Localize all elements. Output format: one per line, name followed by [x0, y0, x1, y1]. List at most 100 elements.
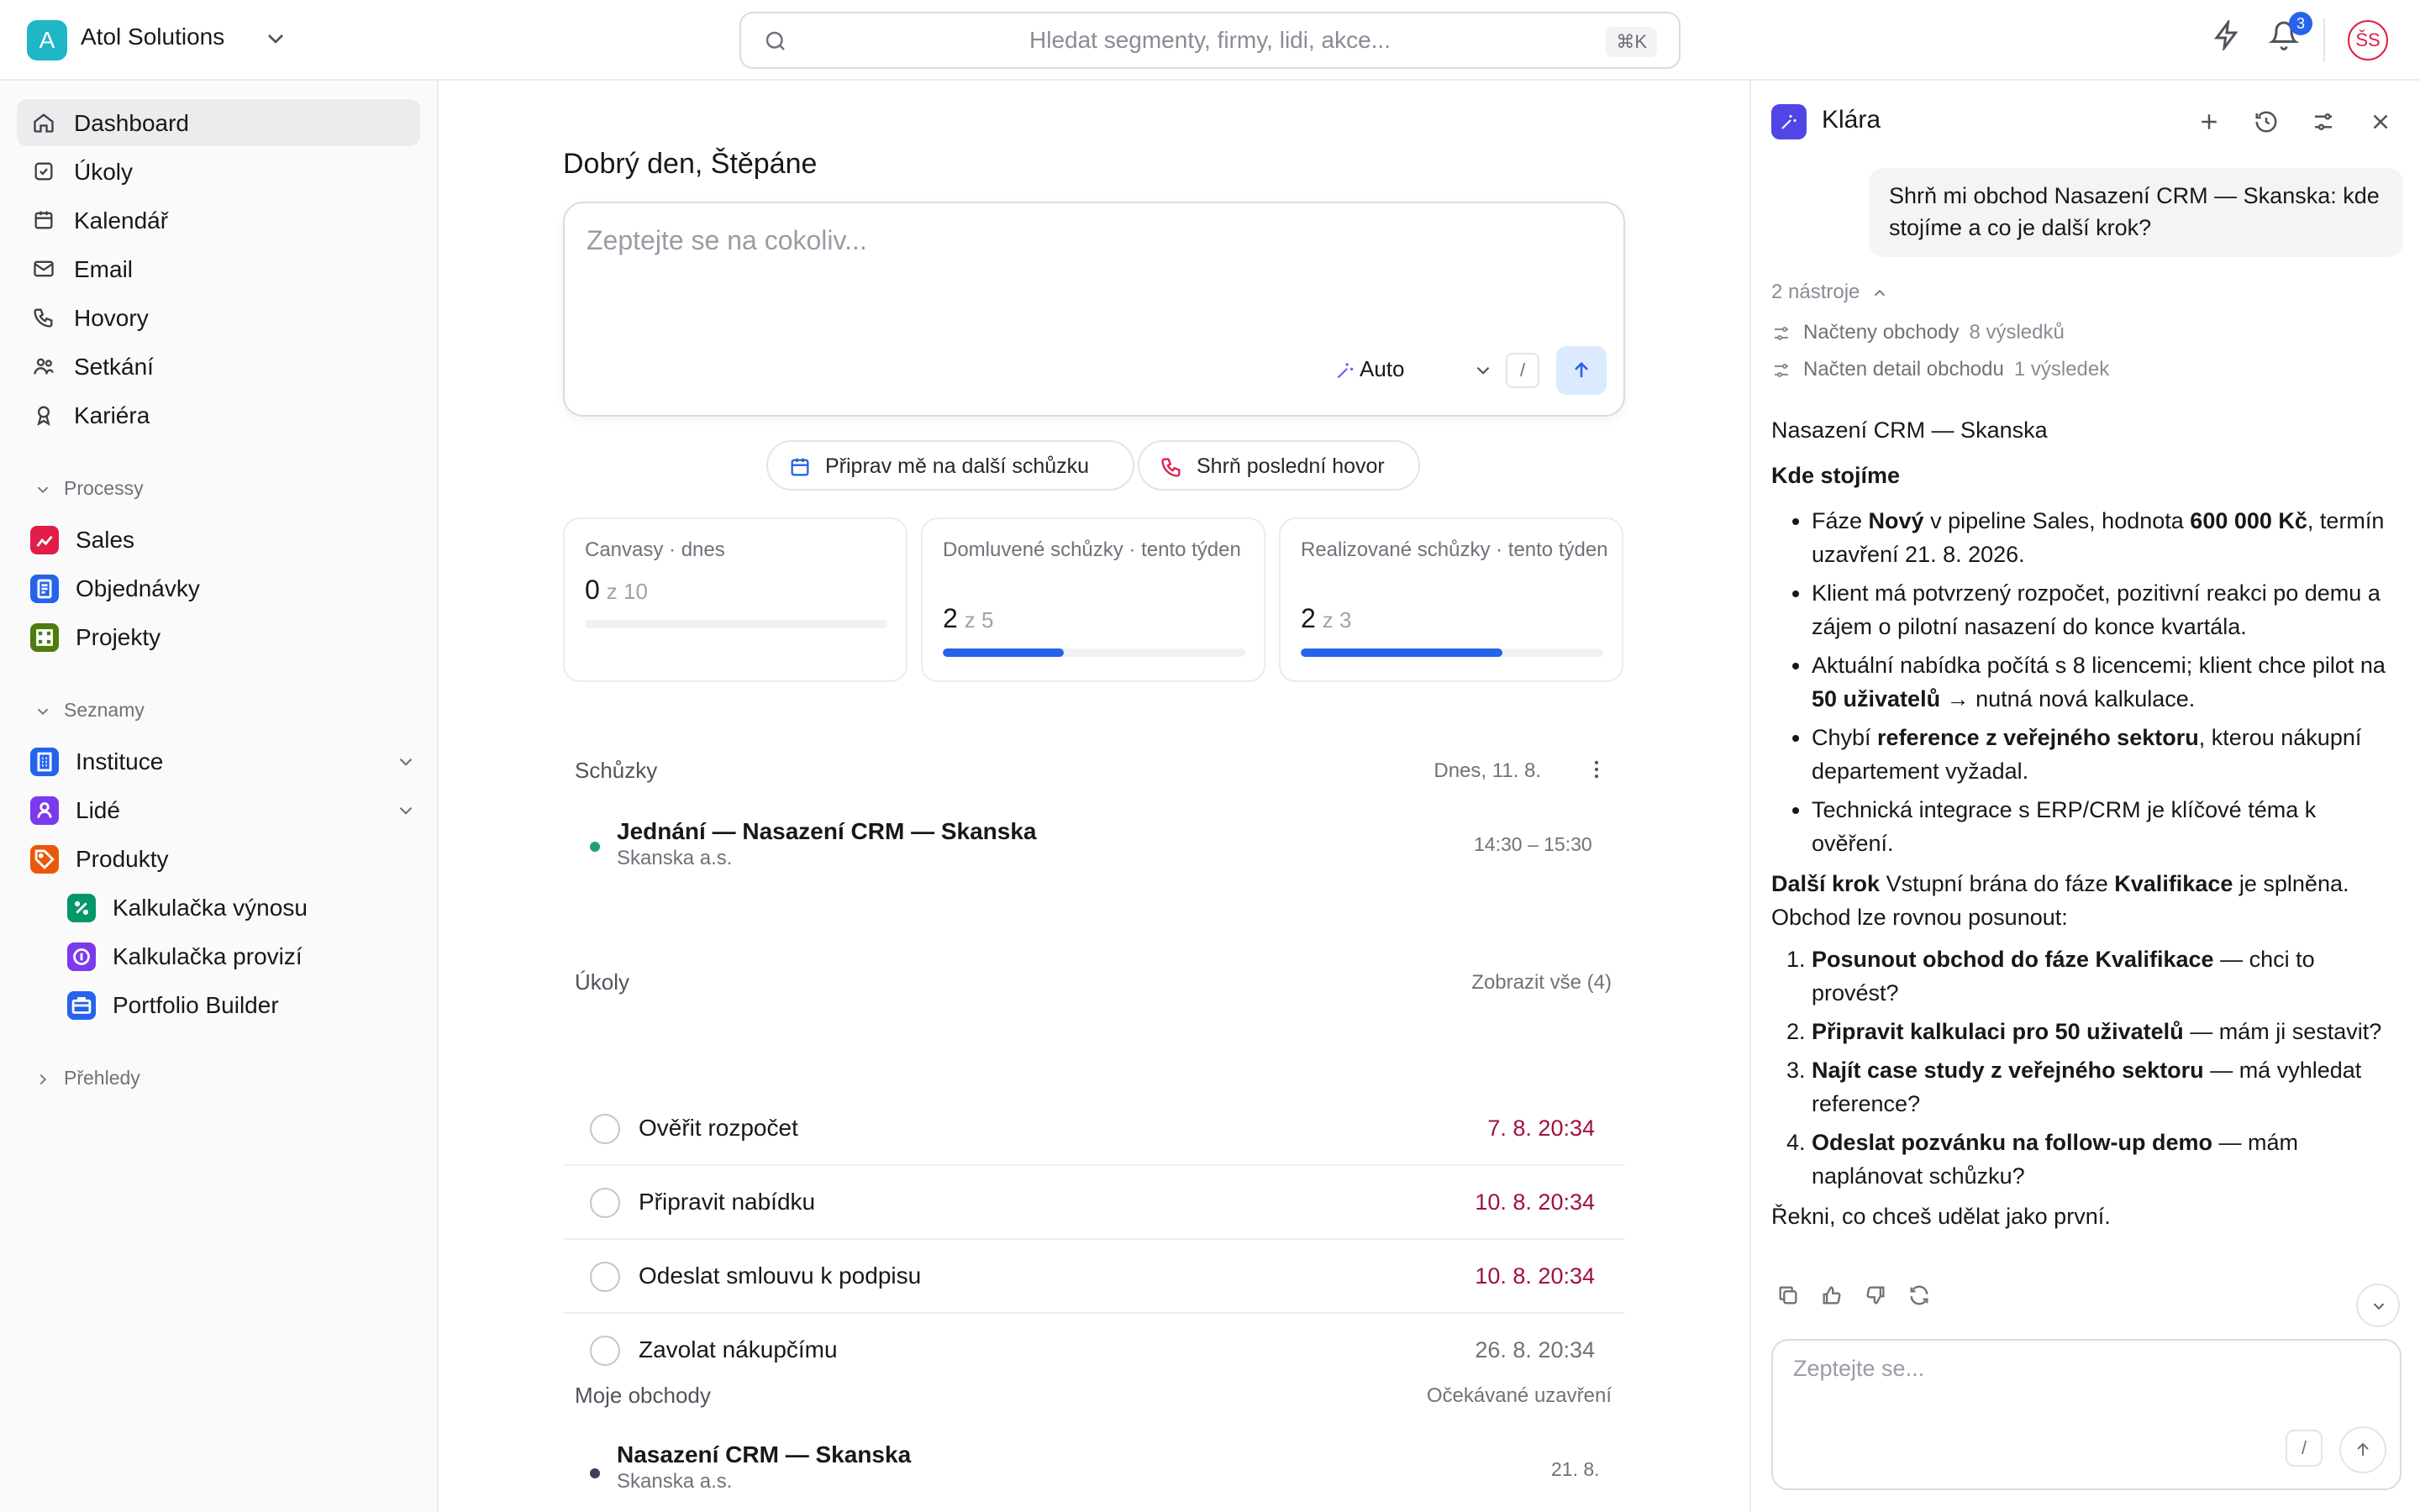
thumbs-down-icon[interactable] — [1864, 1284, 1887, 1307]
org-logo[interactable]: A — [27, 20, 67, 60]
more-vertical-icon[interactable] — [1585, 758, 1608, 781]
task-label: Odeslat smlouvu k podpisu — [639, 1263, 922, 1289]
briefcase-icon — [67, 991, 96, 1020]
sidebar-item-meetings[interactable]: Setkání — [17, 343, 420, 390]
ask-box[interactable]: Zeptejte se na cokoliv... Auto / — [563, 202, 1625, 417]
user-message: Shrň mi obchod Nasazení CRM — Skanska: k… — [1869, 168, 2403, 257]
refresh-icon[interactable] — [1907, 1284, 1931, 1307]
main-content: Dobrý den, Štěpáne Zeptejte se na cokoli… — [440, 81, 1748, 1512]
metric-value: 2z 5 — [943, 603, 994, 633]
show-all-tasks-link[interactable]: Zobrazit vše (4) — [1331, 971, 1612, 995]
scroll-down-button[interactable] — [2356, 1284, 2400, 1327]
task-row[interactable]: Ověřit rozpočet 7. 8. 20:34 — [563, 1092, 1625, 1166]
sidebar-item-label: Kariéra — [74, 402, 150, 428]
chevron-down-icon[interactable] — [395, 800, 417, 822]
sidebar-item-calendar[interactable]: Kalendář — [17, 197, 420, 244]
sidebar-item-career[interactable]: Kariéra — [17, 391, 420, 438]
percent-icon — [67, 894, 96, 922]
send-button[interactable] — [1556, 346, 1607, 395]
status-bullet: Chybí reference z veřejného sektoru, kte… — [1812, 721, 2402, 788]
mail-icon — [34, 260, 54, 277]
slash-command-button[interactable]: / — [1506, 353, 1539, 388]
section-title: Seznamy — [64, 699, 145, 721]
metric-progress-bar — [1301, 648, 1603, 657]
search-placeholder: Hledat segmenty, firmy, lidi, akce... — [1029, 27, 1391, 53]
product-item-yield-calculator[interactable]: Kalkulačka výnosu — [67, 884, 420, 931]
metric-card-completed-meetings: Realizované schůzky · tento týden 2z 3 — [1279, 517, 1623, 682]
divider — [2323, 18, 2325, 62]
task-checkbox[interactable] — [590, 1114, 620, 1144]
slash-command-button[interactable]: / — [2286, 1430, 2323, 1467]
global-search[interactable]: Hledat segmenty, firmy, lidi, akce... ⌘K — [739, 12, 1681, 69]
user-avatar[interactable]: ŠS — [2348, 20, 2388, 60]
chart-icon — [30, 526, 59, 554]
history-icon[interactable] — [2254, 109, 2279, 134]
metric-progress-bar — [585, 620, 887, 628]
assistant-input-placeholder: Zeptejte se... — [1793, 1356, 1925, 1381]
plus-icon[interactable] — [2196, 109, 2222, 134]
list-item-people[interactable]: Lidé — [30, 786, 417, 833]
metric-title: Domluvené schůzky · tento týden — [943, 538, 1241, 561]
coin-icon — [67, 942, 96, 971]
list-item-products[interactable]: Produkty — [30, 835, 417, 882]
settings-sliders-icon[interactable] — [2311, 109, 2336, 134]
document-icon — [30, 575, 59, 603]
calendar-icon — [791, 458, 809, 476]
sidebar-item-email[interactable]: Email — [17, 245, 420, 292]
tool-call-item: Načten detail obchodu 1 výsledek — [1771, 358, 2109, 381]
process-item-sales[interactable]: Sales — [30, 516, 417, 563]
deal-company: Skanska a.s. — [617, 1470, 733, 1493]
status-list: Fáze Nový v pipeline Sales, hodnota 600 … — [1812, 504, 2402, 860]
thumbs-up-icon[interactable] — [1820, 1284, 1844, 1307]
chevron-down-icon[interactable] — [262, 25, 289, 52]
sidebar-item-calls[interactable]: Hovory — [17, 294, 420, 341]
section-overviews[interactable]: Přehledy — [34, 1067, 140, 1089]
home-icon — [34, 113, 54, 133]
lightning-icon[interactable] — [2212, 20, 2242, 50]
product-item-commission-calculator[interactable]: Kalkulačka provizí — [67, 932, 420, 979]
chevron-down-icon[interactable] — [395, 751, 417, 773]
task-row[interactable]: Připravit nabídku 10. 8. 20:34 — [563, 1166, 1625, 1240]
next-step-list: Posunout obchod do fáze Kvalifikace — ch… — [1812, 942, 2402, 1193]
ask-placeholder: Zeptejte se na cokoliv... — [587, 225, 867, 255]
tools-toggle[interactable]: 2 nástroje — [1771, 281, 1889, 304]
section-lists[interactable]: Seznamy — [34, 699, 145, 722]
task-checkbox[interactable] — [590, 1188, 620, 1218]
summarize-call-chip[interactable]: Shrň poslední hovor — [1138, 440, 1420, 491]
mode-selector[interactable]: Auto — [1360, 356, 1405, 382]
sidebar-item-tasks[interactable]: Úkoly — [17, 148, 420, 195]
section-title: Přehledy — [64, 1067, 140, 1089]
assistant-name: Klára — [1822, 106, 1881, 134]
copy-icon[interactable] — [1776, 1284, 1800, 1307]
metric-title: Realizované schůzky · tento týden — [1301, 538, 1608, 561]
prepare-meeting-chip[interactable]: Připrav mě na další schůzku — [766, 440, 1134, 491]
section-processes[interactable]: Processy — [34, 477, 144, 500]
task-due-date: 10. 8. 20:34 — [1475, 1263, 1595, 1289]
chevron-down-icon[interactable] — [1472, 360, 1494, 381]
task-checkbox[interactable] — [590, 1336, 620, 1366]
product-item-portfolio-builder[interactable]: Portfolio Builder — [67, 981, 420, 1028]
org-name[interactable]: Atol Solutions — [81, 24, 224, 50]
assistant-logo — [1771, 104, 1807, 139]
task-row[interactable]: Odeslat smlouvu k podpisu 10. 8. 20:34 — [563, 1240, 1625, 1314]
next-step-item: Připravit kalkulaci pro 50 uživatelů — m… — [1812, 1015, 2402, 1048]
next-step-item: Posunout obchod do fáze Kvalifikace — ch… — [1812, 942, 2402, 1010]
assistant-panel: Klára Shrň mi obchod Nasazení CRM — Skan… — [1749, 81, 2420, 1512]
metric-title: Canvasy · dnes — [585, 538, 725, 561]
task-row[interactable]: Zavolat nákupčímu 26. 8. 20:34 — [563, 1314, 1625, 1388]
task-checkbox[interactable] — [590, 1262, 620, 1292]
product-label: Portfolio Builder — [113, 992, 279, 1018]
task-due-date: 10. 8. 20:34 — [1475, 1189, 1595, 1215]
sidebar-item-dashboard[interactable]: Dashboard — [17, 99, 420, 146]
assistant-input[interactable]: Zeptejte se... / — [1771, 1339, 2402, 1490]
page-title: Dobrý den, Štěpáne — [563, 148, 818, 180]
calendar-icon — [34, 211, 53, 229]
send-button[interactable] — [2339, 1426, 2386, 1473]
list-label: Produkty — [76, 846, 169, 872]
metric-value: 2z 3 — [1301, 603, 1352, 633]
list-item-institutions[interactable]: Instituce — [30, 738, 417, 785]
process-item-orders[interactable]: Objednávky — [30, 564, 417, 612]
where-heading: Kde stojíme — [1771, 463, 1901, 488]
process-item-projects[interactable]: Projekty — [30, 613, 417, 660]
close-icon[interactable] — [2368, 109, 2393, 134]
